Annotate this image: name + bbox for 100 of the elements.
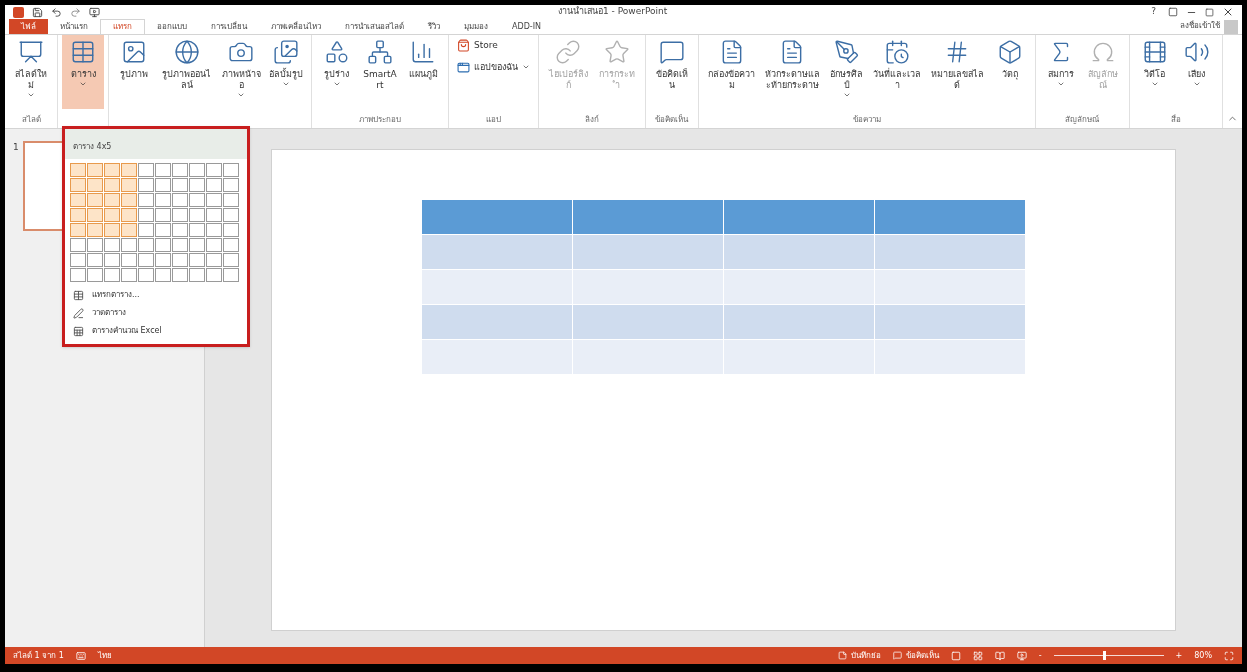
grid-cell[interactable] xyxy=(155,193,171,207)
table-cell[interactable] xyxy=(572,340,724,375)
ribbon-tab[interactable]: การนำเสนอสไลด์ xyxy=(333,19,416,34)
ribbon-tab[interactable]: รีวิว xyxy=(416,19,452,34)
grid-cell[interactable] xyxy=(155,268,171,282)
comments-button[interactable]: ข้อคิดเห็น xyxy=(892,649,939,662)
grid-cell[interactable] xyxy=(70,268,86,282)
grid-cell[interactable] xyxy=(121,268,137,282)
table-cell[interactable] xyxy=(723,270,875,305)
ribbon-button[interactable]: แผนภูมิ xyxy=(402,35,445,109)
ribbon-button[interactable]: วันที่และเวลา xyxy=(868,35,927,109)
table-cell[interactable] xyxy=(874,200,1026,235)
grid-cell[interactable] xyxy=(138,163,154,177)
grid-cell[interactable] xyxy=(104,208,120,222)
grid-cell[interactable] xyxy=(189,253,205,267)
reading-view-icon[interactable] xyxy=(994,650,1005,661)
ribbon-button[interactable]: SmartArt xyxy=(357,35,403,109)
grid-cell[interactable] xyxy=(172,163,188,177)
help-button[interactable]: ? xyxy=(1147,5,1160,19)
grid-cell[interactable] xyxy=(70,223,86,237)
ribbon-button[interactable]: สมการ xyxy=(1039,35,1082,109)
grid-cell[interactable] xyxy=(70,163,86,177)
grid-cell[interactable] xyxy=(155,223,171,237)
menu-item[interactable]: ตารางคำนวณ Excel xyxy=(65,322,247,340)
ribbon-button[interactable]: ภาพหน้าจอ xyxy=(217,35,265,109)
ribbon-tab[interactable]: ADD-IN xyxy=(500,19,554,34)
grid-cell[interactable] xyxy=(70,238,86,252)
menu-item[interactable]: วาดตาราง xyxy=(65,304,247,322)
ribbon-button[interactable]: หมายเลขสไลด์ xyxy=(926,35,989,109)
grid-cell[interactable] xyxy=(70,253,86,267)
grid-cell[interactable] xyxy=(189,208,205,222)
grid-cell[interactable] xyxy=(206,268,222,282)
ribbon-button[interactable]: เสียง xyxy=(1176,35,1218,109)
grid-cell[interactable] xyxy=(87,223,103,237)
grid-cell[interactable] xyxy=(138,268,154,282)
grid-cell[interactable] xyxy=(189,193,205,207)
grid-cell[interactable] xyxy=(121,253,137,267)
grid-cell[interactable] xyxy=(206,208,222,222)
file-tab[interactable]: ไฟล์ xyxy=(9,19,48,34)
ribbon-button[interactable]: หัวกระดาษและท้ายกระดาษ xyxy=(760,35,825,109)
fit-slide-icon[interactable] xyxy=(1224,650,1234,661)
ribbon-button[interactable]: อักษรศิลป์ xyxy=(824,35,869,109)
grid-cell[interactable] xyxy=(104,163,120,177)
sign-in-link[interactable]: ลงชื่อเข้าใช้ xyxy=(1180,20,1220,32)
ribbon-button[interactable]: วัตถุ xyxy=(988,35,1031,109)
ribbon-button[interactable]: รูปร่าง xyxy=(315,35,358,109)
table-cell[interactable] xyxy=(572,200,724,235)
grid-cell[interactable] xyxy=(223,223,239,237)
table-cell[interactable] xyxy=(723,235,875,270)
grid-cell[interactable] xyxy=(155,163,171,177)
grid-cell[interactable] xyxy=(87,238,103,252)
grid-cell[interactable] xyxy=(87,208,103,222)
table-cell[interactable] xyxy=(421,235,573,270)
zoom-out-button[interactable]: - xyxy=(1038,649,1042,662)
grid-cell[interactable] xyxy=(121,238,137,252)
grid-cell[interactable] xyxy=(223,253,239,267)
table-cell[interactable] xyxy=(723,200,875,235)
grid-cell[interactable] xyxy=(138,178,154,192)
ribbon-button[interactable]: วิดีโอ xyxy=(1134,35,1176,109)
grid-cell[interactable] xyxy=(189,178,205,192)
ribbon-tab[interactable]: แทรก xyxy=(100,19,145,34)
save-icon[interactable] xyxy=(32,6,43,18)
grid-cell[interactable] xyxy=(172,268,188,282)
ribbon-display-icon[interactable] xyxy=(1168,7,1178,17)
ribbon-button[interactable]: อัลบั้มรูป xyxy=(264,35,307,109)
grid-cell[interactable] xyxy=(223,238,239,252)
table-cell[interactable] xyxy=(572,235,724,270)
grid-cell[interactable] xyxy=(104,178,120,192)
grid-cell[interactable] xyxy=(206,223,222,237)
ribbon-button[interactable]: กล่องข้อความ xyxy=(703,35,761,109)
ribbon-button[interactable]: ข้อคิดเห็น xyxy=(649,35,695,109)
grid-cell[interactable] xyxy=(155,208,171,222)
grid-cell[interactable] xyxy=(70,178,86,192)
grid-cell[interactable] xyxy=(138,193,154,207)
table-cell[interactable] xyxy=(874,235,1026,270)
slide-sorter-icon[interactable] xyxy=(972,650,983,661)
slideshow-icon[interactable] xyxy=(1016,650,1027,661)
grid-cell[interactable] xyxy=(121,223,137,237)
table-cell[interactable] xyxy=(572,305,724,340)
normal-view-icon[interactable] xyxy=(950,650,961,661)
redo-icon[interactable] xyxy=(70,6,81,18)
ribbon-button[interactable]: แอปของฉัน xyxy=(453,56,535,78)
grid-cell[interactable] xyxy=(70,193,86,207)
grid-cell[interactable] xyxy=(104,253,120,267)
table-cell[interactable] xyxy=(421,340,573,375)
grid-cell[interactable] xyxy=(155,238,171,252)
ribbon-tab[interactable]: ภาพเคลื่อนไหว xyxy=(259,19,333,34)
ribbon-tab[interactable]: ออกแบบ xyxy=(145,19,199,34)
grid-cell[interactable] xyxy=(172,193,188,207)
ribbon-tab[interactable]: มุมมอง xyxy=(452,19,500,34)
notes-button[interactable]: บันทึกย่อ xyxy=(837,649,881,662)
grid-cell[interactable] xyxy=(223,178,239,192)
ribbon-button[interactable]: รูปภาพ xyxy=(113,35,156,109)
grid-cell[interactable] xyxy=(155,178,171,192)
grid-cell[interactable] xyxy=(206,163,222,177)
grid-cell[interactable] xyxy=(87,253,103,267)
grid-cell[interactable] xyxy=(223,193,239,207)
table-cell[interactable] xyxy=(874,340,1026,375)
table-cell[interactable] xyxy=(421,305,573,340)
grid-cell[interactable] xyxy=(172,178,188,192)
